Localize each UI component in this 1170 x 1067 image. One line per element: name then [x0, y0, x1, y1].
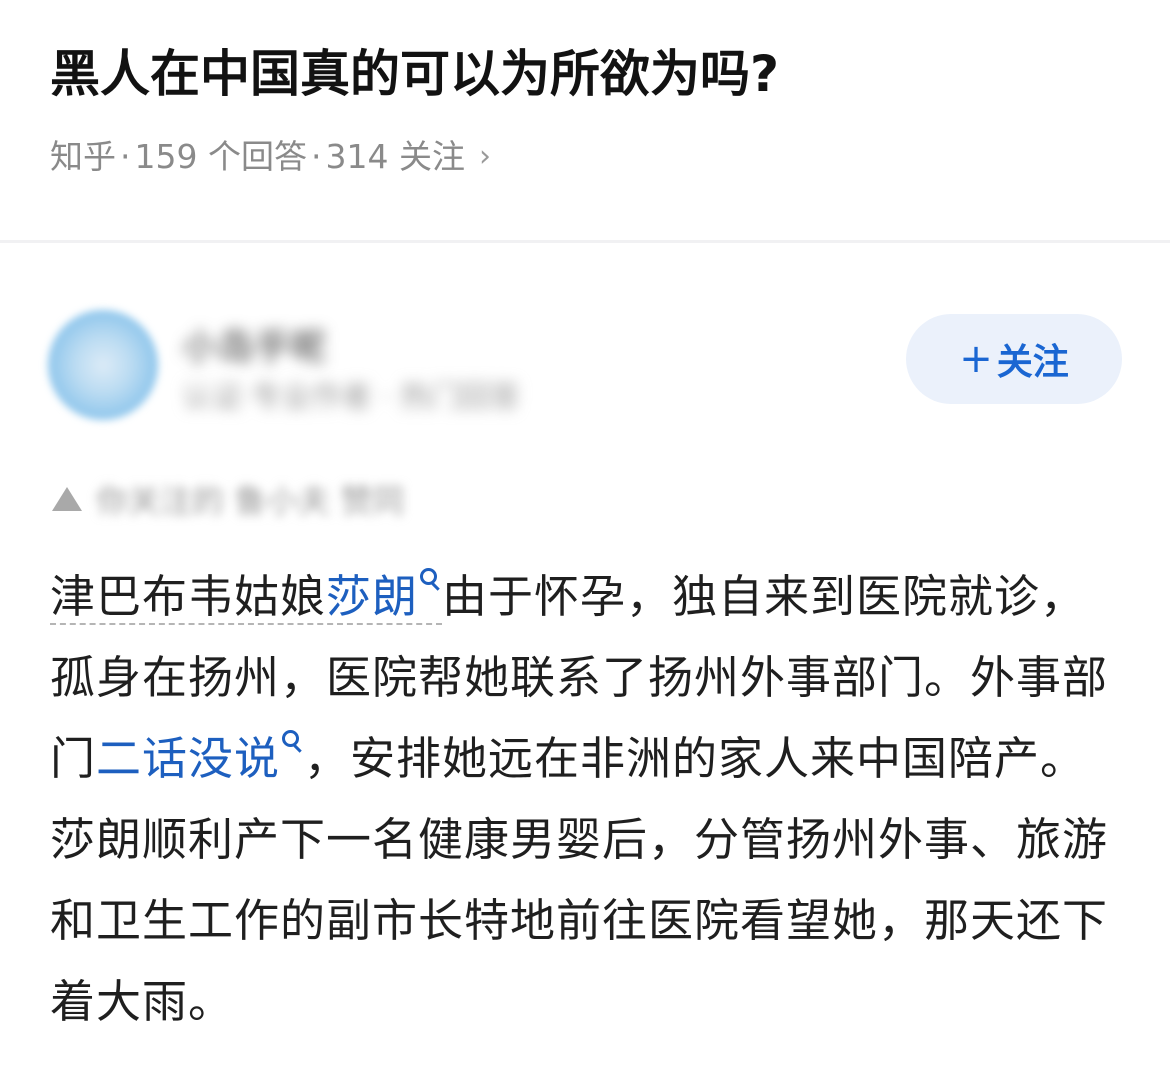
- section-divider: [0, 240, 1170, 243]
- chevron-right-icon[interactable]: ›: [479, 133, 491, 181]
- answer-text-segment: 津巴布韦姑娘莎朗: [50, 568, 443, 625]
- follower-count: 314 关注: [325, 137, 465, 176]
- follow-label: 关注: [996, 342, 1069, 383]
- answer-count: 159 个回答: [134, 137, 307, 176]
- answer-paragraph: 津巴布韦姑娘莎朗 由于怀孕，独自来到医院就诊，孤身在扬州，医院帮她联系了扬州外事部…: [50, 556, 1130, 1042]
- keyword-link-sharon[interactable]: 莎朗: [326, 568, 442, 623]
- follow-button[interactable]: + 关注: [906, 314, 1122, 404]
- question-header: 黑人在中国真的可以为所欲为吗? 知乎 · 159 个回答 · 314 关注 ›: [0, 0, 1170, 240]
- search-icon: [282, 730, 304, 758]
- source-label: 知乎: [50, 137, 116, 176]
- meta-separator: ·: [120, 137, 131, 176]
- author-bio: 认证·专业作者 · 热门回答: [182, 380, 521, 415]
- search-icon: [420, 568, 442, 596]
- avatar[interactable]: [48, 310, 158, 420]
- author-row: 小岛乎呢 认证·专业作者 · 热门回答 + 关注: [0, 300, 1170, 430]
- upvote-indicator: 你关注的 鲁小夫 赞同: [52, 472, 404, 526]
- keyword-link-erhua[interactable]: 二话没说: [96, 730, 304, 785]
- triangle-up-icon: [52, 487, 82, 511]
- plus-icon: +: [959, 336, 993, 382]
- upvote-text: 你关注的 鲁小夫 赞同: [96, 482, 405, 520]
- question-title[interactable]: 黑人在中国真的可以为所欲为吗?: [50, 38, 779, 110]
- answer-body: 津巴布韦姑娘莎朗 由于怀孕，独自来到医院就诊，孤身在扬州，医院帮她联系了扬州外事部…: [50, 556, 1130, 1042]
- author-name[interactable]: 小岛乎呢: [182, 318, 326, 370]
- meta-separator: ·: [310, 137, 322, 176]
- question-meta[interactable]: 知乎 · 159 个回答 · 314 关注 ›: [50, 133, 491, 181]
